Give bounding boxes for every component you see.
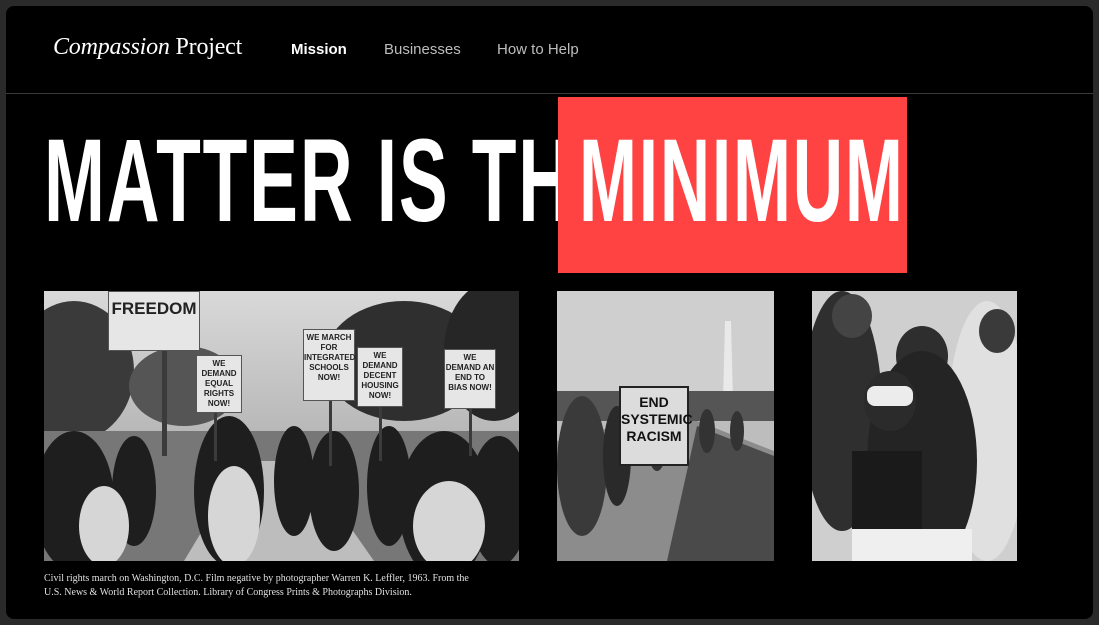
sign-freedom: FREEDOM [108, 291, 200, 351]
site-logo[interactable]: Compassion Project [53, 34, 242, 61]
nav-link-how-to-help[interactable]: How to Help [497, 41, 579, 58]
hero-highlight-word: MINIMUM [579, 115, 905, 247]
browser-frame: Compassion Project Mission Businesses Ho… [0, 0, 1099, 625]
sign-decent-housing: WE DEMAND DECENT HOUSING NOW! [357, 347, 403, 407]
logo-word-project: Project [175, 34, 243, 60]
logo-word-compassion: Compassion [53, 34, 170, 60]
photo-caption: Civil rights march on Washington, D.C. F… [44, 573, 469, 598]
page-viewport: Compassion Project Mission Businesses Ho… [6, 6, 1093, 619]
photo-protest-monument: END SYSTEMIC RACISM [557, 291, 774, 561]
sign-equal-rights: WE DEMAND EQUAL RIGHTS NOW! [196, 355, 242, 413]
photo-crowd-embrace [812, 291, 1017, 561]
crowd-photo-graphic [812, 291, 1017, 561]
sign-end-systemic-racism: END SYSTEMIC RACISM [619, 386, 693, 466]
nav-link-mission[interactable]: Mission [291, 41, 347, 58]
nav-link-businesses[interactable]: Businesses [384, 41, 461, 58]
sign-integrated-schools: WE MARCH FOR INTEGRATED SCHOOLS NOW! [303, 329, 355, 401]
photo-civil-rights-march: FREEDOM WE DEMAND EQUAL RIGHTS NOW! WE M… [44, 291, 519, 561]
top-nav: Compassion Project Mission Businesses Ho… [6, 6, 1093, 94]
sign-end-to-bias: WE DEMAND AN END TO BIAS NOW! [444, 349, 496, 409]
hero-headline: MATTER IS THE [44, 115, 624, 247]
